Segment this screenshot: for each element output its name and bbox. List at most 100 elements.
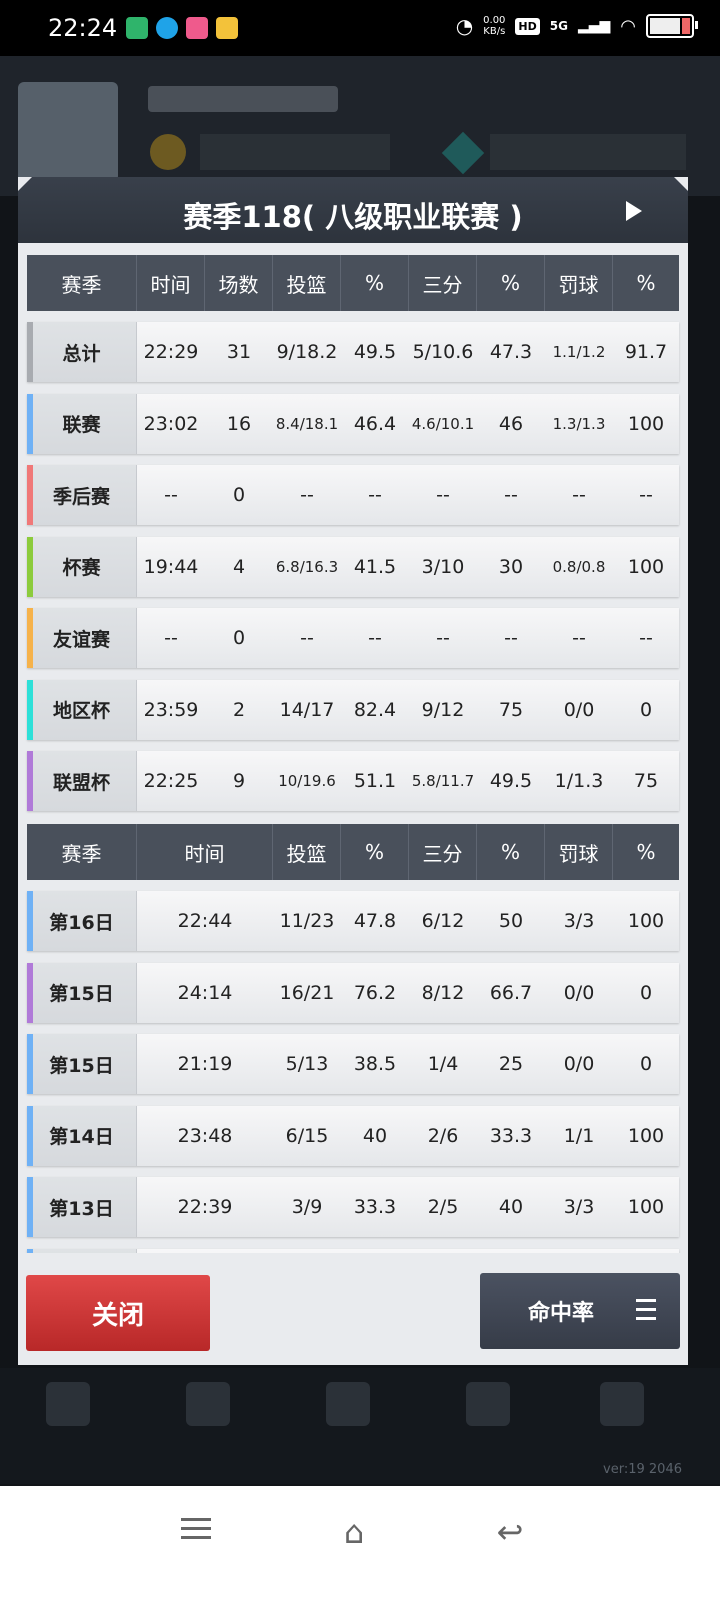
sort-button-label: 命中率 — [528, 1301, 595, 1326]
table-cell: 50 — [498, 910, 524, 932]
app-notification-icon — [126, 17, 148, 39]
table-cell: 2/6 — [427, 1124, 459, 1147]
row-label-text: 总计 — [62, 342, 101, 365]
table-cell: 9 — [232, 770, 246, 792]
sort-button[interactable]: 命中率 — [480, 1273, 680, 1349]
row-accent — [27, 751, 33, 811]
row-label: 友谊赛 — [27, 608, 137, 668]
menu-icon — [636, 1299, 656, 1326]
column-header: 三分 — [409, 255, 477, 311]
row-label: 地区杯 — [27, 679, 137, 740]
column-header: 三分 — [409, 824, 477, 880]
game-row[interactable]: 第15日 24:14 16/21 76.2 8/12 66.7 0/0 0 — [27, 962, 679, 1023]
table-cell: 100 — [627, 412, 665, 435]
column-header: 时间 — [137, 824, 273, 880]
row-accent — [27, 679, 33, 740]
background-name — [148, 86, 338, 112]
column-header: % — [636, 840, 656, 864]
table-cell: 16 — [226, 412, 252, 435]
row-accent — [27, 393, 33, 454]
table-cell: 100 — [627, 1124, 665, 1147]
table-cell: 5.8/11.7 — [411, 772, 475, 790]
table-cell: 46 — [498, 412, 524, 435]
row-label: 总计 — [27, 322, 137, 382]
signal-icon: ▂▄▆ — [577, 18, 611, 34]
row-accent — [27, 608, 33, 668]
table-cell: 23:59 — [143, 698, 199, 721]
table-cell: 8/12 — [421, 981, 465, 1004]
table-cell: -- — [300, 484, 314, 506]
game-row[interactable]: 第13日 22:39 3/9 33.3 2/5 40 3/3 100 — [27, 1177, 679, 1237]
row-label: 第15日 — [27, 962, 137, 1023]
table-cell: 33.3 — [353, 1196, 397, 1218]
table-cell: 0 — [639, 981, 653, 1004]
table-cell: -- — [164, 484, 178, 506]
row-label-text: 第15日 — [49, 983, 114, 1005]
play-icon[interactable] — [626, 201, 642, 221]
modal-footer: 关闭 命中率 — [18, 1253, 688, 1365]
table-cell: 25 — [498, 1053, 524, 1075]
back-icon[interactable]: ↩ — [490, 1512, 530, 1552]
table-cell: 3/3 — [563, 1196, 595, 1218]
row-label-text: 地区杯 — [52, 700, 110, 722]
table-cell: 75 — [498, 698, 524, 721]
table-cell: 49.5 — [489, 770, 533, 792]
row-label-text: 第16日 — [49, 911, 114, 934]
column-header: 罚球 — [545, 255, 613, 311]
table-cell: 100 — [627, 1196, 665, 1218]
table-cell: 23:48 — [177, 1124, 233, 1147]
game-row[interactable]: 第15日 21:19 5/13 38.5 1/4 25 0/0 0 — [27, 1034, 679, 1094]
table-cell: 31 — [226, 341, 252, 363]
table-cell: 47.8 — [353, 910, 397, 932]
table-cell: 75 — [633, 770, 659, 792]
nav-tab-icon — [46, 1382, 90, 1426]
row-label-text: 联赛 — [62, 414, 101, 436]
row-label: 第14日 — [27, 1105, 137, 1166]
app-notification-icon — [216, 17, 238, 39]
table-cell: 22:44 — [177, 910, 233, 932]
table-cell: 40 — [498, 1196, 524, 1218]
table-cell: 0/0 — [563, 698, 595, 721]
column-header: % — [636, 271, 656, 295]
coin-icon — [150, 134, 186, 170]
home-icon[interactable]: ⌂ — [334, 1512, 374, 1552]
row-label-text: 第14日 — [49, 1126, 114, 1148]
table-cell: -- — [504, 627, 518, 649]
games-table-header: 赛季 时间 投篮% 三分% 罚球% — [27, 824, 679, 880]
menu-icon[interactable] — [176, 1512, 216, 1552]
table-cell: 66.7 — [489, 981, 533, 1004]
row-accent — [27, 1105, 33, 1166]
column-header: % — [341, 255, 409, 311]
close-button[interactable]: 关闭 — [26, 1275, 210, 1351]
table-cell: 4 — [232, 555, 246, 578]
nav-tab-icon — [466, 1382, 510, 1426]
column-header: % — [341, 824, 409, 880]
table-cell: 9/18.2 — [276, 341, 338, 363]
row-label-text: 第13日 — [49, 1197, 114, 1220]
table-cell: 3/3 — [563, 910, 595, 932]
table-cell: 38.5 — [353, 1053, 397, 1075]
table-cell: -- — [639, 627, 653, 649]
game-row[interactable]: 第14日 23:48 6/15 40 2/6 33.3 1/1 100 — [27, 1105, 679, 1166]
table-cell: 6/12 — [421, 910, 465, 932]
summary-row: 联赛 23:02 16 8.4/18.1 46.4 4.6/10.1 46 1.3/1.3 10… — [27, 393, 679, 454]
background-gem-bar — [490, 134, 686, 170]
table-cell: 11/23 — [279, 910, 335, 932]
game-row[interactable]: 第16日 22:44 11/23 47.8 6/12 50 3/3 100 — [27, 891, 679, 951]
summary-row: 季后赛 -- 0 -- -- -- -- -- -- — [27, 465, 679, 525]
table-cell: -- — [639, 484, 653, 506]
row-label-text: 季后赛 — [52, 485, 110, 508]
system-nav-bar: ⌂ ↩ — [0, 1486, 720, 1600]
nav-tab-icon — [600, 1382, 644, 1426]
table-cell: -- — [368, 627, 382, 649]
table-cell: 1/4 — [427, 1053, 459, 1075]
table-cell: -- — [572, 627, 586, 649]
table-cell: 0/0 — [563, 981, 595, 1004]
modal-header: 赛季118( 八级职业联赛 ) — [18, 177, 688, 243]
table-cell: 100 — [627, 910, 665, 932]
net-speed: 0.00 KB/s — [483, 15, 505, 37]
stats-content[interactable]: 赛季 时间 场数 投篮% 三分% 罚球% 总计 22:29 31 9/18.2 49.5 5/10.… — [18, 243, 688, 1253]
table-cell: 51.1 — [353, 770, 397, 792]
table-cell: -- — [436, 484, 450, 506]
table-cell: 24:14 — [177, 981, 233, 1004]
